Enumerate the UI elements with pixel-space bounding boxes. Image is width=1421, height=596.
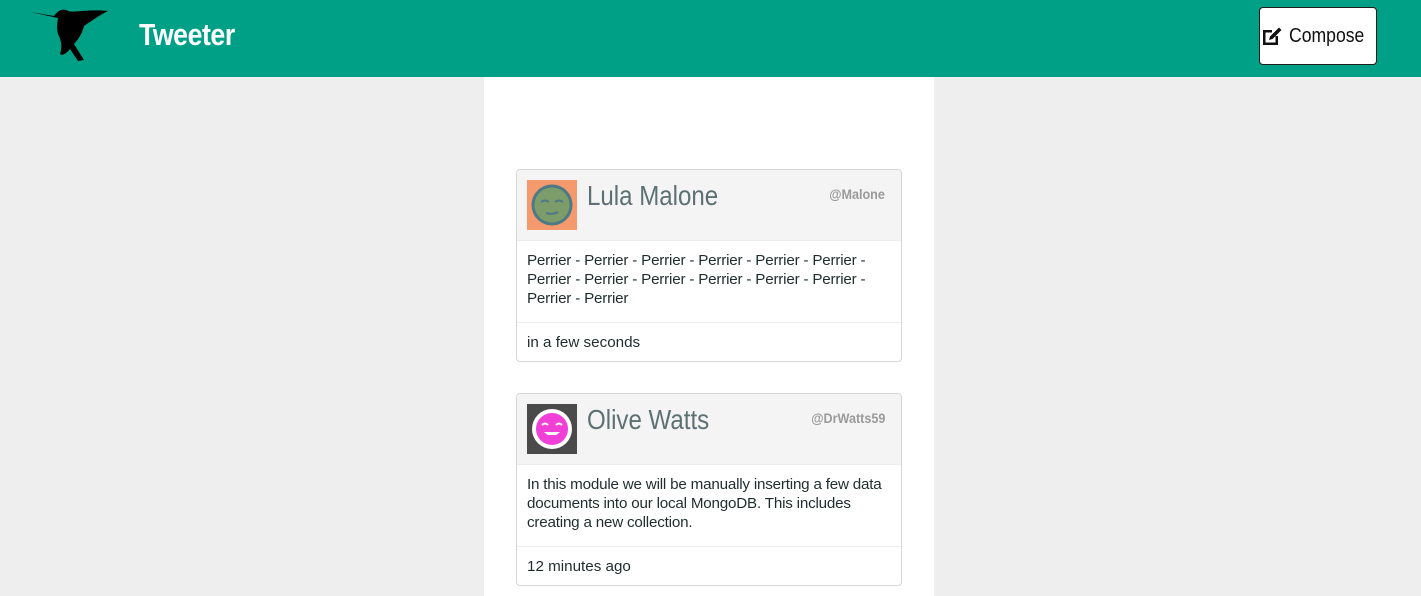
compose-label: Compose bbox=[1289, 24, 1365, 47]
sleepy-face-avatar bbox=[527, 180, 577, 230]
tweet-author-name: Lula Malone bbox=[587, 180, 719, 211]
tweet-header: Lula Malone @Malone bbox=[517, 170, 901, 241]
tweet-body: Perrier - Perrier - Perrier - Perrier - … bbox=[517, 241, 901, 323]
edit-icon bbox=[1263, 27, 1282, 45]
tweet-body: In this module we will be manually inser… bbox=[517, 465, 901, 547]
compose-button[interactable]: Compose bbox=[1259, 7, 1377, 65]
tweet-timestamp: in a few seconds bbox=[527, 333, 641, 351]
happy-face-avatar bbox=[527, 404, 577, 454]
tweet-author-handle: @DrWatts59 bbox=[810, 410, 885, 426]
tweet-header: Olive Watts @DrWatts59 bbox=[517, 394, 901, 465]
tweet-footer: 12 minutes ago bbox=[517, 547, 901, 585]
tweet-card: Olive Watts @DrWatts59 In this module we… bbox=[516, 393, 902, 586]
tweet-footer: in a few seconds bbox=[517, 323, 901, 361]
brand-title[interactable]: Tweeter bbox=[139, 17, 235, 53]
tweet-author-name: Olive Watts bbox=[587, 404, 710, 435]
tweet-feed: Lula Malone @Malone Perrier - Perrier - … bbox=[484, 77, 934, 596]
tweet-card: Lula Malone @Malone Perrier - Perrier - … bbox=[516, 169, 902, 362]
hummingbird-icon[interactable] bbox=[28, 4, 110, 64]
top-navbar: Tweeter Compose bbox=[0, 0, 1421, 77]
tweet-timestamp: 12 minutes ago bbox=[527, 557, 631, 575]
tweet-author-handle: @Malone bbox=[829, 186, 885, 202]
